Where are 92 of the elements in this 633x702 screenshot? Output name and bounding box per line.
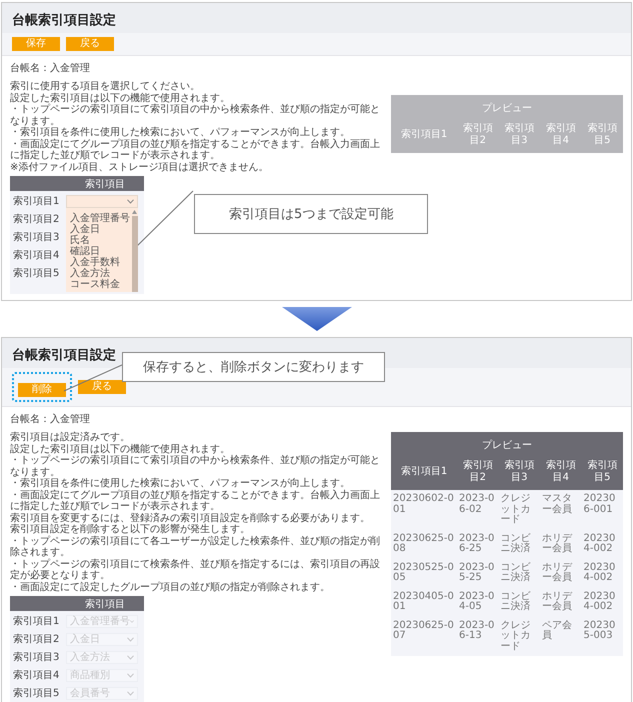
table-cell-text: ホリデー会員 xyxy=(541,532,574,556)
table-cell-text: コンビニ決済 xyxy=(500,590,532,614)
row-label: 索引項目1 xyxy=(12,614,60,628)
row-label: 索引項目3 xyxy=(12,650,60,664)
row-label: 索引項目2 xyxy=(12,212,60,226)
dropdown-option[interactable]: コース料金 xyxy=(66,279,131,290)
table-cell-text: 202306-001 xyxy=(582,492,616,516)
table-cell-text: 20230602-001 xyxy=(392,492,455,516)
chevron-icon xyxy=(127,654,134,660)
description-text: ・画面設定にてグループ項目の並び順を指定することができます。台帳入力画面上に指定した並び順でレコードが表示されます。 xyxy=(10,138,381,162)
column-header: 索引項目3 xyxy=(503,122,536,148)
select-field[interactable] xyxy=(66,194,138,208)
leader-line xyxy=(62,364,122,392)
toolbar-button[interactable]: 戻る xyxy=(78,380,126,394)
ledger-name: 台帳名：入金管理 xyxy=(10,62,91,75)
table-cell-text: 20230405-001 xyxy=(392,590,455,614)
callout-box: 索引項目は5つまで設定可能 xyxy=(194,194,428,234)
description-text: ・トップページの索引項目にて各ユーザーが設定した検索条件、並び順の指定が削除されます。 xyxy=(10,536,381,558)
row-label: 索引項目1 xyxy=(12,194,60,208)
table-cell-text: 2023-06-13 xyxy=(458,618,496,643)
table-cell-text: 2023-05-25 xyxy=(458,560,496,585)
row-label: 索引項目3 xyxy=(12,230,60,244)
column-header: 索引項目3 xyxy=(498,456,540,490)
column-header: 索引項目4 xyxy=(544,122,577,148)
table-cell-text: 202304-002 xyxy=(582,532,616,556)
table-cell-text: クレジットカード xyxy=(500,618,532,654)
row-label: 索引項目5 xyxy=(12,266,60,280)
description-text: ・トップページの索引項目にて索引項目の中から検索条件、並び順の指定が可能となります。 xyxy=(10,104,381,126)
dropdown-option[interactable]: 入金方法 xyxy=(66,268,131,279)
column-header: 索引項目5 xyxy=(586,122,618,148)
description-text: 設定した索引項目は以下の機能で使用されます。 xyxy=(10,92,231,104)
down-arrow-icon xyxy=(282,307,352,331)
description-text: ※添付ファイル項目、ストレージ項目は選択できません。 xyxy=(10,162,270,173)
description-text: ・トップページの索引項目にて索引項目の中から検索条件、並び順の指定が可能となります。 xyxy=(10,455,381,478)
scrollbar[interactable] xyxy=(131,208,138,292)
table-cell-text: ペア会員 xyxy=(541,618,573,643)
row-label: 索引項目2 xyxy=(12,632,60,646)
ledger-name: 台帳名：入金管理 xyxy=(10,412,91,426)
dropdown-option[interactable]: 入金日 xyxy=(66,224,131,235)
table-cell-text: 2023-06-02 xyxy=(458,492,496,516)
table-cell-text: 20230525-005 xyxy=(392,560,455,585)
toolbar-button[interactable]: 削除 xyxy=(18,383,66,397)
callout-tooltip: 保存すると、削除ボタンに変わります xyxy=(122,352,385,382)
table-cell-text: ホリデー会員 xyxy=(541,560,574,585)
description-text: ・索引項目を条件に使用した検索において、パフォーマンスが向上します。 xyxy=(10,478,351,490)
dropdown-option[interactable]: 確認日 xyxy=(66,246,131,257)
preview-title: プレビュー xyxy=(481,102,533,116)
page-title: 台帳索引項目設定 xyxy=(12,13,116,28)
description-text: ・画面設定にて設定したグループ項目の並び順の指定が削除されます。 xyxy=(10,582,331,593)
dropdown-option[interactable]: 入金管理番号 xyxy=(66,213,131,224)
description-text: ・索引項目を条件に使用した検索において、パフォーマンスが向上します。 xyxy=(10,127,351,138)
toolbar-button[interactable]: 保存 xyxy=(12,37,60,51)
column-header: 索引項目 xyxy=(84,178,126,190)
column-header: 索引項目1 xyxy=(391,456,457,490)
table-cell-text: ホリデー会員 xyxy=(541,590,574,614)
chevron-icon xyxy=(127,672,134,678)
table-cell-text: マスター会員 xyxy=(541,492,573,516)
chevron-icon xyxy=(127,198,134,204)
table-cell-text: クレジットカード xyxy=(500,492,532,527)
table-cell-text: 202304-002 xyxy=(582,560,616,585)
column-header: 索引項目4 xyxy=(540,456,582,490)
column-header: 索引項目2 xyxy=(457,456,498,490)
chevron-icon xyxy=(127,636,134,642)
description-text: 索引項目は設定済みです。 xyxy=(10,432,131,444)
table-cell-text: 20230625-008 xyxy=(392,532,455,556)
page-title: 台帳索引項目設定 xyxy=(12,348,116,363)
dropdown-option[interactable]: 入金手数料 xyxy=(66,257,131,268)
description-text: 設定した索引項目は以下の機能で使用されます。 xyxy=(10,444,231,454)
row-label: 索引項目5 xyxy=(12,686,60,700)
table-cell-text: 202304-002 xyxy=(582,590,616,614)
table-cell-text: コンビニ決済 xyxy=(500,532,532,556)
description-text: 索引項目設定を削除すると以下の影響が発生します。 xyxy=(10,524,250,536)
description-text: ・画面設定にてグループ項目の並び順を指定することができます。台帳入力画面上に指定した並び順でレコードが表示されます。 xyxy=(10,490,381,512)
description-text: 索引項目を変更するには、登録済みの索引項目設定を削除する必要があります。 xyxy=(10,512,371,524)
preview-title: プレビュー xyxy=(391,432,623,456)
dropdown-option[interactable]: 氏名 xyxy=(66,235,131,246)
row-label: 索引項目4 xyxy=(12,248,60,262)
table-cell-text: 20230625-007 xyxy=(392,618,455,643)
column-header: 索引項目2 xyxy=(462,122,494,148)
chevron-icon xyxy=(127,690,134,696)
column-header: 索引項目1 xyxy=(400,128,448,142)
column-header: 索引項目5 xyxy=(582,456,623,490)
table-cell-text: コンビニ決済 xyxy=(500,560,532,585)
table-cell-text: 2023-04-05 xyxy=(458,590,496,614)
row-label: 索引項目4 xyxy=(12,668,60,682)
description-text: ・トップページの索引項目にて検索条件、並び順を指定するには、索引項目の再設定が必要となります。 xyxy=(10,558,381,582)
column-header: 索引項目 xyxy=(84,598,126,610)
toolbar-button[interactable]: 戻る xyxy=(66,37,114,51)
table-cell-text: 202305-003 xyxy=(582,618,616,643)
scroll-up-icon xyxy=(132,210,137,214)
table-cell-text: 2023-06-25 xyxy=(458,532,496,556)
description-text: 索引に使用する項目を選択してください。 xyxy=(10,81,201,92)
